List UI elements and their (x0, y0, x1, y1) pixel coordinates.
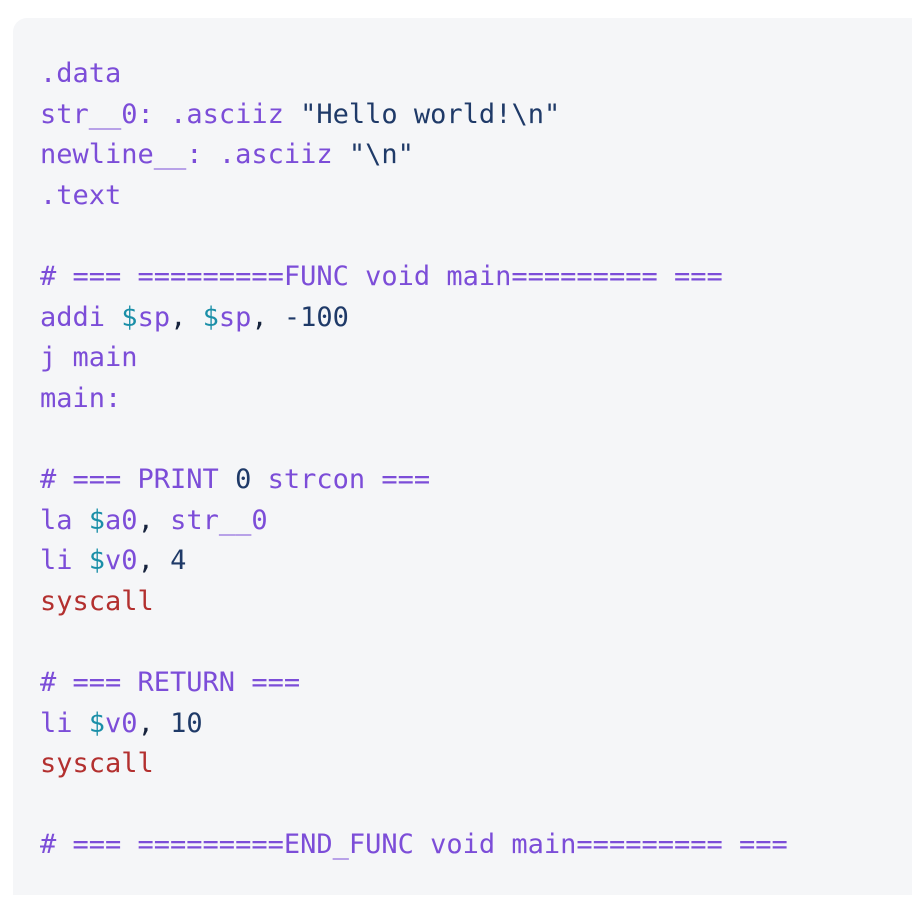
code-token: "\n" (348, 139, 414, 171)
code-line: main: (40, 379, 912, 420)
code-token: -100 (283, 301, 349, 333)
code-token: main (72, 342, 138, 374)
code-token: li (40, 545, 73, 577)
code-token: $ (121, 301, 138, 333)
code-token: $ (88, 504, 106, 536)
code-token: sp (137, 301, 171, 333)
code-token: addi (40, 301, 106, 333)
code-token: , (251, 301, 284, 333)
code-token: # === =========FUNC void main========= =… (40, 260, 723, 292)
code-token: , (170, 301, 203, 333)
code-token: strcon === (251, 463, 431, 495)
code-token: str__0: (40, 98, 154, 130)
code-line: la $a0, str__0 (40, 501, 912, 542)
code-token: .asciiz (218, 139, 333, 171)
code-token: li (40, 707, 73, 739)
code-token: # === RETURN === (40, 666, 301, 698)
code-line: li $v0, 4 (40, 541, 912, 582)
code-line: # === =========FUNC void main========= =… (40, 257, 912, 298)
code-token: str__0 (170, 504, 268, 536)
code-line: # === RETURN === (40, 663, 912, 704)
code-token: v0 (105, 545, 138, 577)
code-token: # === =========END_FUNC void main=======… (40, 829, 788, 861)
code-token: "Hello world!\n" (300, 98, 561, 130)
code-token: .data (40, 58, 122, 89)
code-line: li $v0, 10 (40, 704, 912, 745)
code-token: main: (40, 382, 122, 414)
code-token: $ (202, 301, 219, 333)
code-token: $ (88, 707, 106, 739)
code-token: sp (218, 301, 252, 333)
code-token: a0 (105, 504, 138, 536)
code-token: # === PRINT (40, 463, 236, 495)
code-token: j (40, 342, 57, 374)
code-line: addi $sp, $sp, -100 (40, 298, 912, 339)
code-line: # === PRINT 0 strcon === (40, 460, 912, 501)
code-line: .text (40, 176, 912, 217)
code-line: j main (40, 338, 912, 379)
code-token: $ (88, 545, 106, 577)
code-line: # === =========END_FUNC void main=======… (40, 825, 912, 866)
code-line: str__0: .asciiz "Hello world!\n" (40, 95, 912, 136)
code-token: syscall (40, 585, 154, 617)
code-token: .asciiz (170, 98, 284, 130)
code-listing[interactable]: .data str__0: .asciiz "Hello world!\n" new… (40, 54, 912, 866)
code-token: la (40, 504, 73, 536)
code-line: syscall (40, 744, 912, 785)
code-token: .text (40, 179, 122, 211)
code-token: , (137, 707, 171, 739)
code-token: v0 (105, 707, 138, 739)
code-token: , (137, 504, 171, 536)
code-token: , (137, 545, 171, 577)
code-token: syscall (40, 748, 154, 780)
code-token: 0 (235, 463, 252, 495)
code-panel: .data str__0: .asciiz "Hello world!\n" new… (13, 18, 912, 895)
code-token: 10 (170, 707, 203, 739)
code-token: newline__: (40, 139, 203, 171)
code-line: .data (40, 54, 912, 95)
code-line: syscall (40, 582, 912, 623)
code-line: newline__: .asciiz "\n" (40, 135, 912, 176)
code-token: 4 (170, 545, 187, 577)
